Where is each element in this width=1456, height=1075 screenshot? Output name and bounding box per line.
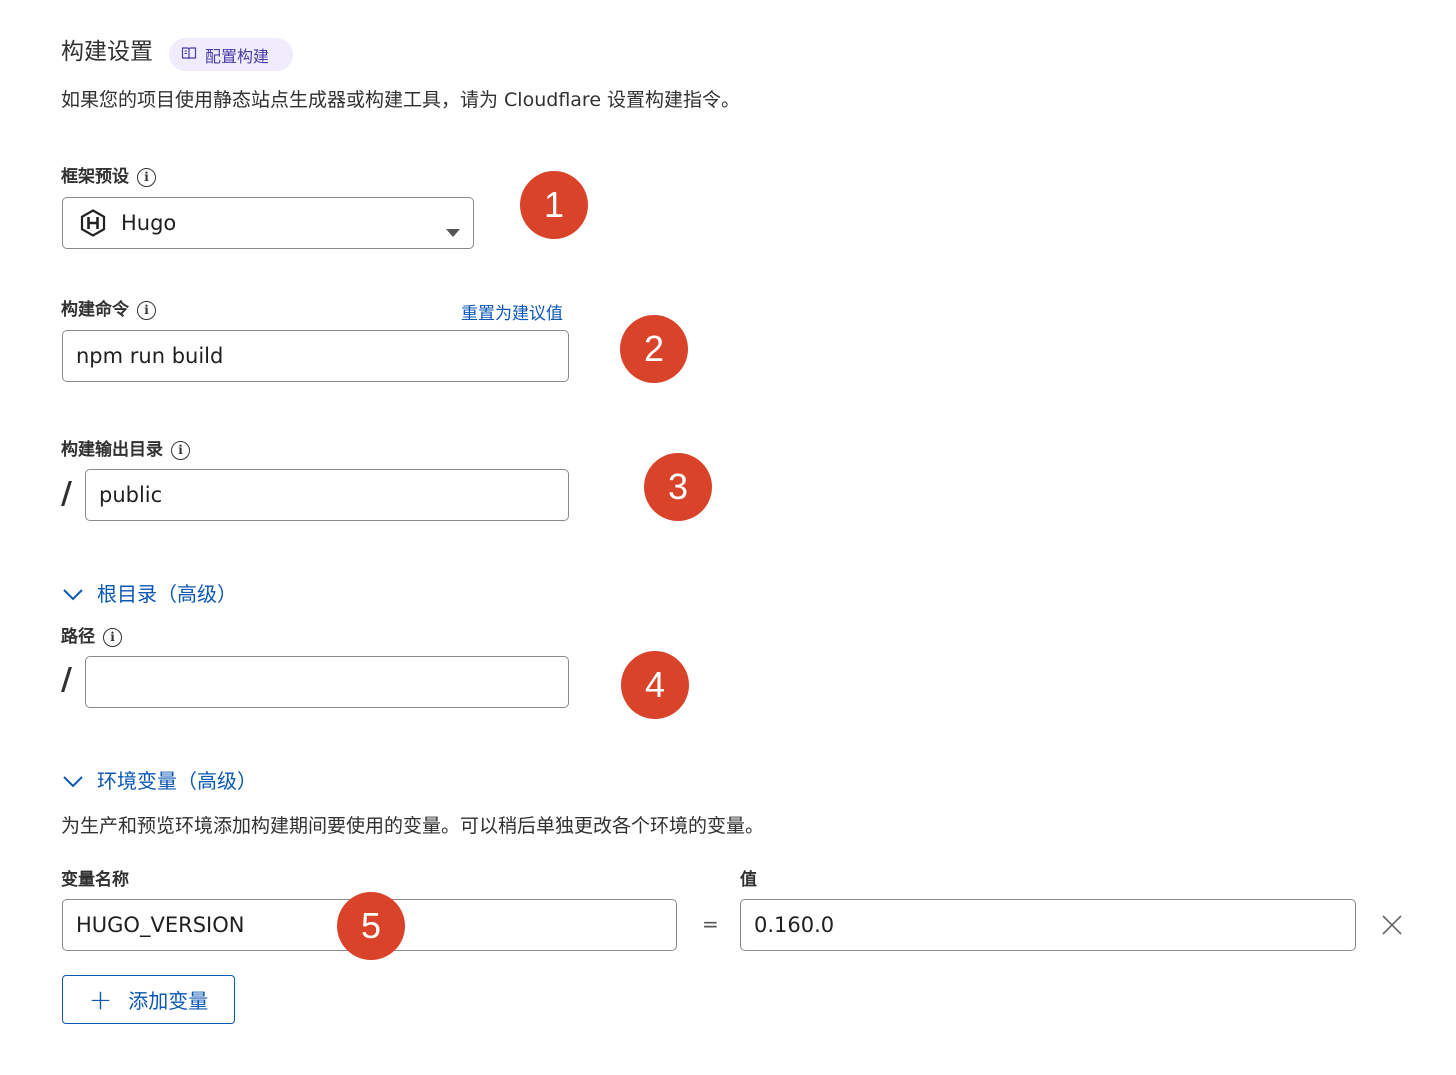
framework-preset-select[interactable]: Hugo [62,197,474,249]
build-command-input[interactable] [62,330,569,382]
annotation-marker-2: 2 [620,315,688,383]
build-command-label-text: 构建命令 [61,300,129,320]
variable-value-input[interactable] [740,899,1356,951]
annotation-marker-5: 5 [337,892,405,960]
env-vars-description: 为生产和预览环境添加构建期间要使用的变量。可以稍后单独更改各个环境的变量。 [61,815,765,837]
hugo-logo-icon [79,209,107,237]
info-icon[interactable]: i [137,167,156,187]
output-dir-label: 构建输出目录 i [61,438,190,462]
plus-icon: + [88,982,113,1016]
framework-preset-value: Hugo [121,211,177,235]
add-variable-label: 添加变量 [128,989,209,1013]
root-dir-toggle[interactable]: 根目录（高级） [63,580,237,608]
framework-preset-label: 框架预设 i [61,165,156,189]
path-label: 路径 i [61,625,122,649]
path-input-field[interactable] [99,670,568,694]
variable-name-header: 变量名称 [61,870,129,890]
root-dir-toggle-label: 根目录（高级） [97,582,237,606]
chevron-down-icon [63,767,83,795]
output-dir-label-text: 构建输出目录 [61,440,163,460]
annotation-marker-3: 3 [644,453,712,521]
path-label-text: 路径 [61,627,95,647]
remove-variable-icon[interactable] [1381,914,1403,940]
path-prefix: / [61,662,72,697]
caret-down-icon [446,218,460,242]
configure-build-label: 配置构建 [205,46,270,66]
section-title: 构建设置 [61,39,153,65]
reset-to-suggested-link[interactable]: 重置为建议值 [461,299,563,324]
add-variable-button[interactable]: + 添加变量 [62,975,235,1024]
output-dir-input[interactable] [85,469,569,521]
framework-preset-label-text: 框架预设 [61,167,129,187]
variable-value-header: 值 [740,870,757,890]
output-dir-input-field[interactable] [99,483,568,507]
path-input[interactable] [85,656,569,708]
annotation-marker-1: 1 [520,171,588,239]
info-icon[interactable]: i [137,300,156,320]
build-command-label: 构建命令 i [61,298,156,322]
book-icon [181,45,197,65]
env-vars-toggle-label: 环境变量（高级） [97,769,257,793]
env-vars-toggle[interactable]: 环境变量（高级） [63,767,257,795]
output-dir-prefix: / [61,476,72,511]
variable-value-input-field[interactable] [754,913,1355,937]
configure-build-docs-chip[interactable]: 配置构建 [169,38,293,71]
build-command-input-field[interactable] [76,344,568,368]
info-icon[interactable]: i [171,440,190,460]
chevron-down-icon [63,580,83,608]
annotation-marker-4: 4 [621,651,689,719]
info-icon[interactable]: i [103,627,122,647]
build-settings-description: 如果您的项目使用静态站点生成器或构建工具，请为 Cloudflare 设置构建指… [61,89,741,111]
equals-sign: = [702,912,719,936]
